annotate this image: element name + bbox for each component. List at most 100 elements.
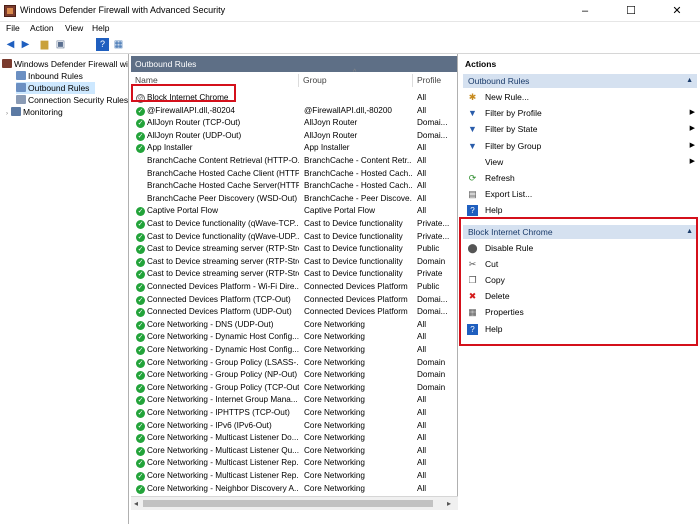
tree-item-root[interactable]: Windows Defender Firewall witl (2, 58, 128, 70)
enabled-checkmark-icon: ✓ (136, 484, 145, 494)
action-item[interactable]: View ▶ (463, 154, 697, 170)
show-hide-tree-icon[interactable]: ▣ (54, 38, 67, 51)
table-row[interactable]: ✓ Cast to Device streaming server (RTP-St… (131, 243, 457, 256)
up-folder-icon[interactable]: ▆ (38, 38, 51, 51)
table-row[interactable]: ✓ Core Networking - Internet Group Mana..… (131, 394, 457, 407)
table-row[interactable]: ✓ Core Networking - DNS (UDP-Out) Core Net… (131, 319, 457, 332)
maximize-button[interactable]: ☐ (608, 0, 654, 22)
rule-group-cell: Cast to Device functionality (304, 244, 403, 254)
enabled-checkmark-icon: ✓ (136, 295, 145, 305)
action-item[interactable]: ✱ New Rule... (463, 89, 697, 105)
collapse-caret-icon[interactable]: ▲ (686, 225, 693, 239)
action-item[interactable]: ✖ Delete (463, 288, 697, 304)
action-item[interactable]: ▤ Export List... (463, 186, 697, 202)
scroll-left-icon[interactable]: ◂ (134, 499, 138, 508)
tree-item-outbound-rules[interactable]: Outbound Rules (16, 82, 96, 94)
column-header-profile[interactable]: Profile (413, 74, 457, 87)
table-row[interactable]: ✓ AllJoyn Router (TCP-Out) AllJoyn Router D… (131, 117, 457, 130)
table-row[interactable]: ✓ App Installer App Installer All (131, 142, 457, 155)
rule-group-cell: AllJoyn Router (304, 130, 358, 140)
enabled-checkmark-icon: ✓ (136, 333, 145, 343)
action-item[interactable]: ✂ Cut (463, 256, 697, 272)
menu-help[interactable]: Help (92, 23, 109, 33)
horizontal-scrollbar[interactable]: ◂ ▸ (131, 496, 458, 510)
table-row[interactable]: ✓ Core Networking - IPv6 (IPv6-Out) Core N… (131, 420, 457, 433)
rule-profile-cell: All (417, 193, 427, 203)
enabled-checkmark-icon: ✓ (136, 283, 145, 292)
scroll-thumb[interactable] (143, 500, 433, 507)
rule-profile-cell: Domai... (417, 307, 448, 317)
table-row[interactable]: ✓ Connected Devices Platform (TCP-Out) Con… (131, 294, 457, 307)
expand-chevron-icon[interactable]: › (6, 111, 8, 117)
rule-profile-cell: Domain (417, 256, 446, 266)
tree-item-inbound-rules[interactable]: Inbound Rules (16, 70, 83, 82)
table-row[interactable]: ✓ Core Networking - Group Policy (TCP-Out… (131, 382, 457, 395)
table-row[interactable]: ✓ Core Networking - IPHTTPS (TCP-Out) Core… (131, 407, 457, 420)
close-button[interactable]: ✕ (654, 0, 700, 22)
table-row[interactable]: ✓ Cast to Device streaming server (RTP-St… (131, 268, 457, 281)
enabled-checkmark-icon: ✓ (136, 396, 145, 406)
table-row[interactable]: BranchCache Peer Discovery (WSD-Out) Bran… (131, 193, 457, 206)
action-item[interactable]: ? Help (463, 202, 697, 218)
actions-title: Actions (465, 59, 497, 69)
table-row[interactable]: ✓ @FirewallAPI.dll,-80204 @FirewallAPI.dll… (131, 105, 457, 118)
enabled-checkmark-icon: ✓ (136, 320, 145, 330)
table-row[interactable]: ✓ Connected Devices Platform (UDP-Out) Con… (131, 306, 457, 319)
table-row[interactable]: BranchCache Content Retrieval (HTTP-O...… (131, 155, 457, 168)
rule-profile-cell: All (417, 420, 427, 430)
action-item[interactable]: ? Help (463, 321, 697, 337)
tree-item-monitoring[interactable]: › Monitoring (6, 106, 63, 118)
table-row[interactable]: ✓ AllJoyn Router (UDP-Out) AllJoyn Router D… (131, 130, 457, 143)
menu-view[interactable]: View (65, 23, 83, 33)
rule-group-cell: Core Networking (304, 420, 365, 430)
table-row[interactable]: ✓ Core Networking - Multicast Listener Re… (131, 470, 457, 483)
table-row[interactable]: ✓ Core Networking - Multicast Listener Do… (131, 432, 457, 445)
action-item[interactable]: ▼ Filter by Group ▶ (463, 138, 697, 154)
tree-item-connection-security-rules[interactable]: Connection Security Rules (16, 94, 128, 106)
table-row[interactable]: ✓ Connected Devices Platform - Wi-Fi Dire… (131, 281, 457, 294)
table-row[interactable]: ✓ Cast to Device functionality (qWave-TCP… (131, 218, 457, 231)
action-item[interactable]: ❐ Copy (463, 272, 697, 288)
table-row[interactable]: ✓ Core Networking - Dynamic Host Config..… (131, 344, 457, 357)
action-item[interactable]: ▼ Filter by Profile ▶ (463, 105, 697, 121)
table-row[interactable]: BranchCache Hosted Cache Server(HTTP... B… (131, 180, 457, 193)
minimize-button[interactable]: – (562, 0, 608, 22)
filter-icon: ▼ (468, 108, 477, 119)
rule-profile-cell: All (417, 483, 427, 493)
scroll-right-icon[interactable]: ▸ (447, 499, 451, 508)
rule-group-cell: Core Networking (304, 382, 365, 392)
rule-profile-cell: Domain (417, 357, 446, 367)
action-item[interactable]: ⬤ Disable Rule (463, 240, 697, 256)
action-item[interactable]: ▦ Properties (463, 304, 697, 320)
table-row[interactable]: ✓ Cast to Device streaming server (RTP-St… (131, 256, 457, 269)
table-row[interactable]: ⊘ Block Internet Chrome All (131, 92, 457, 105)
table-row[interactable]: BranchCache Hosted Cache Client (HTTP...… (131, 168, 457, 181)
back-arrow-icon[interactable]: ◀ (4, 38, 17, 51)
monitoring-icon (11, 107, 21, 116)
column-header-group[interactable]: Group (299, 74, 413, 87)
action-label: Filter by Profile (485, 108, 542, 119)
actions-section-header[interactable]: Block Internet Chrome ▲ (463, 224, 697, 239)
collapse-caret-icon[interactable]: ▲ (686, 74, 693, 88)
action-item[interactable]: ⟳ Refresh (463, 170, 697, 186)
table-row[interactable]: ✓ Core Networking - Neighbor Discovery A.… (131, 483, 457, 496)
menu-action[interactable]: Action (30, 23, 54, 33)
rule-group-cell: Cast to Device functionality (304, 231, 403, 241)
actions-section-header[interactable]: Outbound Rules ▲ (463, 74, 697, 88)
table-row[interactable]: ✓ Core Networking - Group Policy (LSASS-.… (131, 357, 457, 370)
table-row[interactable]: ✓ Captive Portal Flow Captive Portal Flow A… (131, 205, 457, 218)
help-icon[interactable]: ? (96, 38, 109, 51)
table-row[interactable]: ✓ Core Networking - Group Policy (NP-Out)… (131, 369, 457, 382)
column-header-name[interactable]: Name (131, 74, 299, 87)
table-row[interactable]: ✓ Core Networking - Multicast Listener Re… (131, 457, 457, 470)
table-row[interactable]: ✓ Core Networking - Multicast Listener Qu… (131, 445, 457, 458)
table-row[interactable]: ✓ Cast to Device functionality (qWave-UDP… (131, 231, 457, 244)
firewall-icon (2, 59, 12, 68)
forward-arrow-icon[interactable]: ▶ (19, 38, 32, 51)
action-item[interactable]: ▼ Filter by State ▶ (463, 121, 697, 137)
menu-file[interactable]: File (6, 23, 20, 33)
rule-group-cell: Cast to Device functionality (304, 269, 403, 279)
properties-icon[interactable]: ▦ (112, 38, 125, 51)
rule-group-cell: Core Networking (304, 433, 365, 443)
table-row[interactable]: ✓ Core Networking - Dynamic Host Config..… (131, 331, 457, 344)
